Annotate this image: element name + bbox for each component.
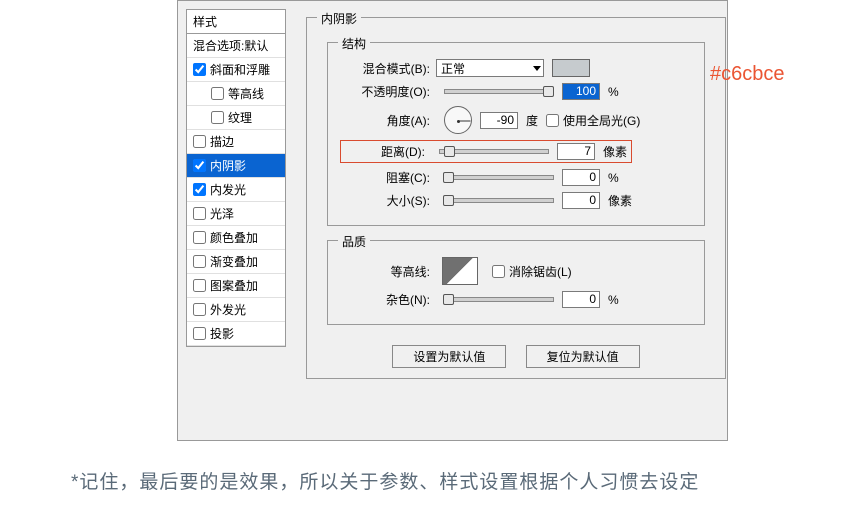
style-item-6[interactable]: 内发光 bbox=[187, 178, 285, 202]
blend-mode-value: 正常 bbox=[441, 60, 465, 77]
style-item-4[interactable]: 描边 bbox=[187, 130, 285, 154]
style-checkbox-6[interactable] bbox=[193, 183, 206, 196]
style-label-10: 图案叠加 bbox=[210, 277, 258, 294]
style-checkbox-3[interactable] bbox=[211, 111, 224, 124]
size-input[interactable]: 0 bbox=[562, 192, 600, 209]
distance-input[interactable]: 7 bbox=[557, 143, 595, 160]
size-label: 大小(S): bbox=[340, 192, 430, 209]
style-checkbox-12[interactable] bbox=[193, 327, 206, 340]
style-checkbox-8[interactable] bbox=[193, 231, 206, 244]
contour-picker[interactable] bbox=[442, 257, 478, 285]
style-label-1: 斜面和浮雕 bbox=[210, 61, 270, 78]
style-item-12[interactable]: 投影 bbox=[187, 322, 285, 346]
style-label-9: 渐变叠加 bbox=[210, 253, 258, 270]
distance-highlight: 距离(D): 7 像素 bbox=[340, 140, 632, 163]
style-label-0: 混合选项:默认 bbox=[193, 37, 268, 54]
blend-mode-label: 混合模式(B): bbox=[340, 60, 430, 77]
blend-mode-select[interactable]: 正常 bbox=[436, 59, 544, 77]
size-slider[interactable] bbox=[444, 198, 554, 203]
choke-label: 阻塞(C): bbox=[340, 169, 430, 186]
color-annotation: #c6cbce bbox=[710, 63, 785, 86]
style-item-1[interactable]: 斜面和浮雕 bbox=[187, 58, 285, 82]
style-item-10[interactable]: 图案叠加 bbox=[187, 274, 285, 298]
angle-label: 角度(A): bbox=[340, 112, 430, 129]
style-label-11: 外发光 bbox=[210, 301, 246, 318]
style-checkbox-4[interactable] bbox=[193, 135, 206, 148]
chevron-down-icon bbox=[533, 66, 541, 71]
style-label-6: 内发光 bbox=[210, 181, 246, 198]
style-checkbox-2[interactable] bbox=[211, 87, 224, 100]
choke-slider[interactable] bbox=[444, 175, 554, 180]
style-label-5: 内阴影 bbox=[210, 157, 246, 174]
style-item-0[interactable]: 混合选项:默认 bbox=[187, 34, 285, 58]
style-label-3: 纹理 bbox=[228, 109, 252, 126]
style-item-2[interactable]: 等高线 bbox=[187, 82, 285, 106]
style-checkbox-10[interactable] bbox=[193, 279, 206, 292]
noise-unit: % bbox=[608, 293, 619, 307]
style-checkbox-5[interactable] bbox=[193, 159, 206, 172]
noise-label: 杂色(N): bbox=[340, 291, 430, 308]
choke-unit: % bbox=[608, 171, 619, 185]
opacity-unit: % bbox=[608, 85, 619, 99]
quality-legend: 品质 bbox=[338, 233, 370, 250]
style-checkbox-11[interactable] bbox=[193, 303, 206, 316]
global-light-checkbox[interactable]: 使用全局光(G) bbox=[546, 112, 640, 129]
noise-input[interactable]: 0 bbox=[562, 291, 600, 308]
style-item-5[interactable]: 内阴影 bbox=[187, 154, 285, 178]
style-label-12: 投影 bbox=[210, 325, 234, 342]
styles-list: 混合选项:默认斜面和浮雕等高线纹理描边内阴影内发光光泽颜色叠加渐变叠加图案叠加外… bbox=[186, 34, 286, 347]
opacity-slider[interactable] bbox=[444, 89, 554, 94]
style-label-7: 光泽 bbox=[210, 205, 234, 222]
opacity-input[interactable]: 100 bbox=[562, 83, 600, 100]
style-item-11[interactable]: 外发光 bbox=[187, 298, 285, 322]
opacity-label: 不透明度(O): bbox=[340, 83, 430, 100]
structure-fieldset: 结构 混合模式(B): 正常 不透明度(O): 100 % 角度(A): -90 bbox=[327, 42, 705, 226]
reset-default-button[interactable]: 复位为默认值 bbox=[526, 345, 640, 368]
style-checkbox-7[interactable] bbox=[193, 207, 206, 220]
distance-unit: 像素 bbox=[603, 143, 627, 160]
inner-shadow-panel: 内阴影 结构 混合模式(B): 正常 不透明度(O): 100 % 角度(A): bbox=[306, 17, 726, 379]
structure-legend: 结构 bbox=[338, 35, 370, 52]
styles-header: 样式 bbox=[186, 9, 286, 34]
style-item-7[interactable]: 光泽 bbox=[187, 202, 285, 226]
quality-fieldset: 品质 等高线: 消除锯齿(L) 杂色(N): 0 % bbox=[327, 240, 705, 325]
angle-input[interactable]: -90 bbox=[480, 112, 518, 129]
set-default-button[interactable]: 设置为默认值 bbox=[392, 345, 506, 368]
style-item-3[interactable]: 纹理 bbox=[187, 106, 285, 130]
style-item-8[interactable]: 颜色叠加 bbox=[187, 226, 285, 250]
angle-unit: 度 bbox=[526, 112, 538, 129]
shadow-color-swatch[interactable] bbox=[552, 59, 590, 77]
antialias-checkbox[interactable]: 消除锯齿(L) bbox=[492, 263, 572, 280]
style-checkbox-1[interactable] bbox=[193, 63, 206, 76]
layer-style-dialog: 样式 混合选项:默认斜面和浮雕等高线纹理描边内阴影内发光光泽颜色叠加渐变叠加图案… bbox=[177, 0, 728, 441]
distance-label: 距离(D): bbox=[345, 143, 425, 160]
angle-dial[interactable] bbox=[444, 106, 472, 134]
style-label-4: 描边 bbox=[210, 133, 234, 150]
noise-slider[interactable] bbox=[444, 297, 554, 302]
footer-note: *记住，最后要的是效果，所以关于参数、样式设置根据个人习惯去设定 bbox=[71, 467, 699, 494]
style-label-2: 等高线 bbox=[228, 85, 264, 102]
style-label-8: 颜色叠加 bbox=[210, 229, 258, 246]
style-checkbox-9[interactable] bbox=[193, 255, 206, 268]
contour-label: 等高线: bbox=[340, 263, 430, 280]
style-item-9[interactable]: 渐变叠加 bbox=[187, 250, 285, 274]
size-unit: 像素 bbox=[608, 192, 632, 209]
styles-panel: 样式 混合选项:默认斜面和浮雕等高线纹理描边内阴影内发光光泽颜色叠加渐变叠加图案… bbox=[186, 9, 286, 347]
panel-title: 内阴影 bbox=[317, 10, 361, 27]
choke-input[interactable]: 0 bbox=[562, 169, 600, 186]
distance-slider[interactable] bbox=[439, 149, 549, 154]
